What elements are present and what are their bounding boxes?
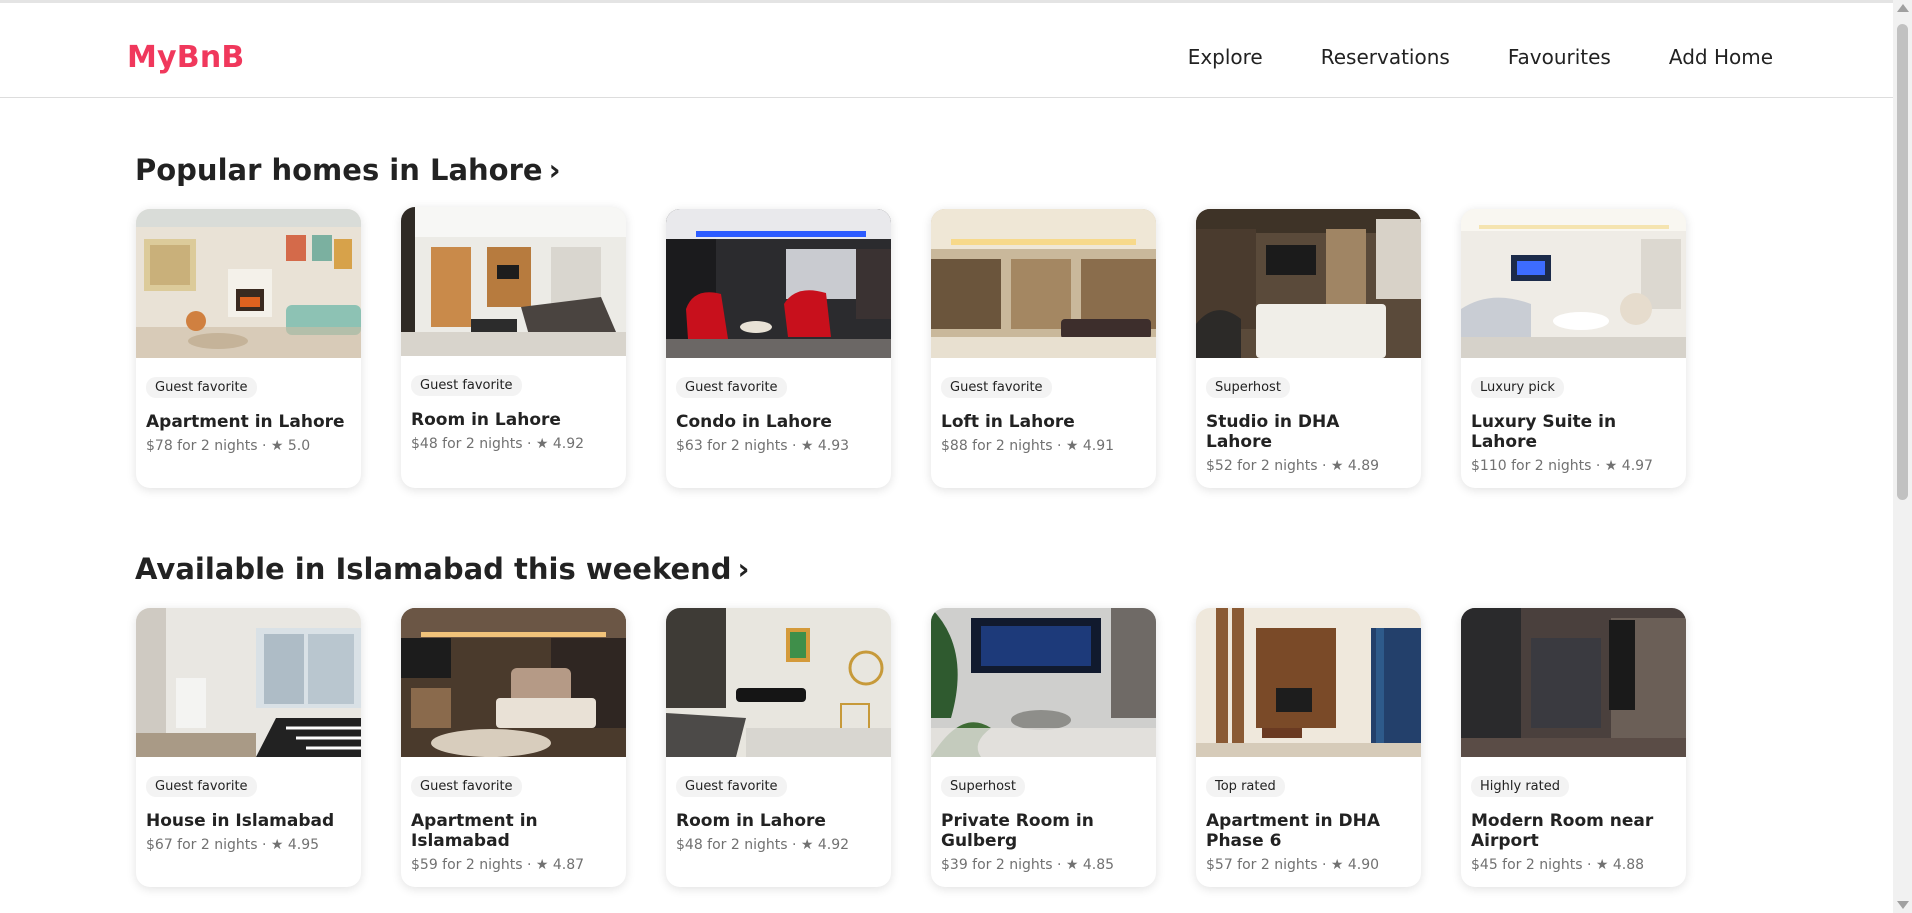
card-price-rating: $78 for 2 nights · ★ 5.0 [146,438,311,454]
lounge-room-icon [401,207,626,356]
badge: Superhost [1206,377,1290,398]
badge: Guest favorite [676,377,787,398]
card-price-rating: $48 for 2 nights · ★ 4.92 [411,436,585,452]
card-title: Apartment in Islamabad [411,811,538,851]
logo[interactable]: MyBnB [127,40,245,75]
listing-card[interactable]: Guest favorite Condo in Lahore $63 for 2… [666,209,891,488]
badge: Guest favorite [676,776,787,797]
listing-row-islamabad: Guest favorite House in Islamabad $67 fo… [136,608,1686,887]
badge: Guest favorite [941,377,1052,398]
nav-explore[interactable]: Explore [1188,45,1263,69]
card-price-rating: $59 for 2 nights · ★ 4.87 [411,857,585,873]
badge: Guest favorite [411,776,522,797]
scroll-up-icon[interactable] [1897,4,1909,12]
badge: Guest favorite [411,375,522,396]
bench-bedroom-icon [666,608,891,757]
listing-card[interactable]: Superhost Private Room in Gulberg $39 fo… [931,608,1156,887]
card-title: House in Islamabad [146,811,335,831]
badge: Guest favorite [146,377,257,398]
badge: Highly rated [1471,776,1569,797]
scroll-down-icon[interactable] [1897,901,1909,909]
bright-house-icon [136,608,361,757]
nav-add-home[interactable]: Add Home [1669,45,1773,69]
card-title: Room in Lahore [676,811,826,831]
white-suite-icon [1461,209,1686,358]
dark-room-icon [1461,608,1686,757]
nav-links: Explore Reservations Favourites Add Home [1188,45,1773,69]
badge: Top rated [1206,776,1285,797]
listing-card[interactable]: Guest favorite Loft in Lahore $88 for 2 … [931,209,1156,488]
card-title: Luxury Suite in Lahore [1471,412,1617,452]
section-title-islamabad[interactable]: Available in Islamabad this weekend › [135,552,749,586]
living-room-art-icon [136,209,361,358]
card-title: Loft in Lahore [941,412,1075,432]
card-title: Condo in Lahore [676,412,832,432]
badge: Guest favorite [146,776,257,797]
listing-card[interactable]: Guest favorite Room in Lahore $48 for 2 … [401,207,626,488]
card-title: Apartment in Lahore [146,412,345,432]
card-price-rating: $63 for 2 nights · ★ 4.93 [676,438,850,454]
listing-card[interactable]: Luxury pick Luxury Suite in Lahore $110 … [1461,209,1686,488]
card-price-rating: $48 for 2 nights · ★ 4.92 [676,837,850,853]
navbar: MyBnB Explore Reservations Favourites Ad… [0,3,1893,98]
card-price-rating: $39 for 2 nights · ★ 4.85 [941,857,1115,873]
card-price-rating: $57 for 2 nights · ★ 4.90 [1206,857,1380,873]
plant-lounge-icon [931,608,1156,757]
card-title: Modern Room near Airport [1471,811,1654,851]
card-title: Studio in DHA Lahore [1206,412,1340,452]
card-price-rating: $52 for 2 nights · ★ 4.89 [1206,458,1380,474]
listing-card[interactable]: Guest favorite House in Islamabad $67 fo… [136,608,361,887]
card-title: Apartment in DHA Phase 6 [1206,811,1381,851]
studio-bed-icon [1196,209,1421,358]
chevron-right-icon: › [548,153,561,187]
card-title: Room in Lahore [411,410,561,430]
badge: Luxury pick [1471,377,1564,398]
red-chairs-room-icon [666,209,891,358]
chevron-right-icon: › [737,552,750,586]
scrollbar-thumb[interactable] [1897,24,1908,500]
nav-reservations[interactable]: Reservations [1321,45,1450,69]
wood-panel-room-icon [1196,608,1421,757]
section-title-text: Available in Islamabad this weekend [135,552,732,586]
listing-card[interactable]: Highly rated Modern Room near Airport $4… [1461,608,1686,887]
vertical-scrollbar[interactable] [1893,0,1912,913]
card-price-rating: $45 for 2 nights · ★ 4.88 [1471,857,1645,873]
listing-card[interactable]: Guest favorite Apartment in Lahore $78 f… [136,209,361,488]
listing-row-lahore: Guest favorite Apartment in Lahore $78 f… [136,207,1686,488]
lit-ceiling-room-icon [931,209,1156,358]
listing-card[interactable]: Guest favorite Room in Lahore $48 for 2 … [666,608,891,887]
warm-bedroom-icon [401,608,626,757]
listing-card[interactable]: Top rated Apartment in DHA Phase 6 $57 f… [1196,608,1421,887]
listing-card[interactable]: Guest favorite Apartment in Islamabad $5… [401,608,626,887]
card-price-rating: $67 for 2 nights · ★ 4.95 [146,837,320,853]
section-title-text: Popular homes in Lahore [135,153,543,187]
badge: Superhost [941,776,1025,797]
card-price-rating: $88 for 2 nights · ★ 4.91 [941,438,1115,454]
card-title: Private Room in Gulberg [941,811,1094,851]
nav-favourites[interactable]: Favourites [1508,45,1611,69]
listing-card[interactable]: Superhost Studio in DHA Lahore $52 for 2… [1196,209,1421,488]
section-title-lahore[interactable]: Popular homes in Lahore › [135,153,561,187]
card-price-rating: $110 for 2 nights · ★ 4.97 [1471,458,1653,474]
